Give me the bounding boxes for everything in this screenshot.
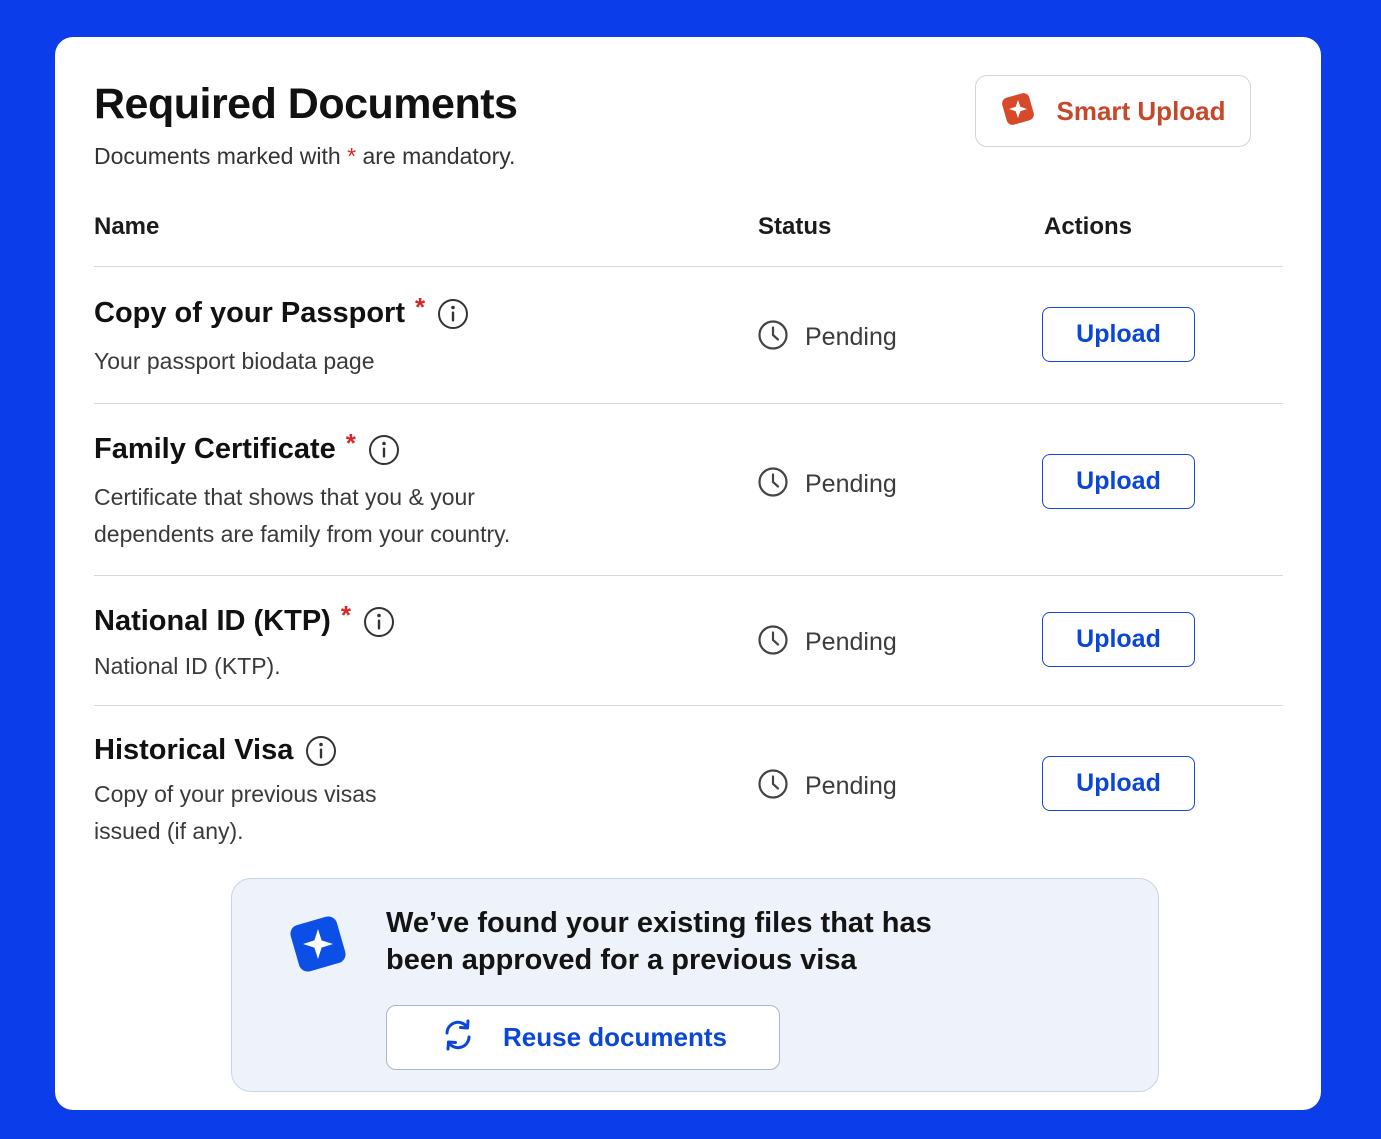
- info-icon[interactable]: [363, 606, 395, 638]
- required-marker: *: [340, 600, 351, 630]
- clock-icon: [757, 624, 789, 661]
- documents-card: Required Documents Documents marked with…: [55, 37, 1321, 1110]
- sparkle-icon: [1000, 91, 1036, 132]
- required-marker: *: [345, 428, 356, 458]
- column-header-actions: Actions: [1044, 213, 1133, 240]
- table-header-divider: [94, 266, 1283, 267]
- required-marker: *: [347, 143, 357, 169]
- smart-upload-button[interactable]: Smart Upload: [975, 75, 1251, 147]
- doc-description-family-certificate: Certificate that shows that you & your d…: [94, 484, 511, 547]
- status-text: Pending: [805, 628, 897, 656]
- doc-name-national-id: National ID (KTP) *: [94, 600, 395, 638]
- doc-description-national-id: National ID (KTP).: [94, 653, 281, 679]
- upload-button-national-id[interactable]: Upload: [1042, 612, 1195, 667]
- smart-upload-label: Smart Upload: [1056, 95, 1226, 126]
- clock-icon: [757, 319, 789, 356]
- doc-description-historical-visa: Copy of your previous visas issued (if a…: [94, 781, 377, 844]
- status-text: Pending: [805, 323, 897, 351]
- page-subtitle: Documents marked with * are mandatory.: [94, 143, 515, 170]
- reuse-documents-label: Reuse documents: [503, 1022, 727, 1052]
- upload-button-passport[interactable]: Upload: [1042, 307, 1195, 362]
- doc-name-historical-visa: Historical Visa: [94, 734, 337, 767]
- subtitle-text-before: Documents marked with: [94, 143, 341, 169]
- page-title: Required Documents: [94, 80, 518, 128]
- refresh-icon: [439, 1016, 477, 1059]
- column-header-status: Status: [758, 213, 832, 240]
- status-text: Pending: [805, 772, 897, 800]
- doc-title: Historical Visa: [94, 734, 294, 766]
- info-icon[interactable]: [437, 298, 469, 330]
- doc-title: Family Certificate: [94, 433, 336, 465]
- required-marker: *: [415, 292, 426, 322]
- info-icon[interactable]: [368, 434, 400, 466]
- row-divider: [94, 575, 1283, 576]
- sparkle-icon: [286, 912, 350, 981]
- clock-icon: [757, 768, 789, 805]
- reuse-documents-button[interactable]: Reuse documents: [386, 1005, 780, 1070]
- doc-name-family-certificate: Family Certificate *: [94, 428, 400, 466]
- clock-icon: [757, 466, 789, 503]
- reuse-documents-banner: We’ve found your existing files that has…: [231, 878, 1159, 1092]
- doc-name-passport: Copy of your Passport *: [94, 292, 469, 330]
- subtitle-text-after: are mandatory.: [362, 143, 516, 169]
- upload-button-historical-visa[interactable]: Upload: [1042, 756, 1195, 811]
- status-national-id: Pending: [757, 624, 897, 661]
- column-header-name: Name: [94, 213, 160, 240]
- status-historical-visa: Pending: [757, 768, 897, 805]
- row-divider: [94, 705, 1283, 706]
- status-family-certificate: Pending: [757, 466, 897, 503]
- info-icon[interactable]: [305, 735, 337, 767]
- status-passport: Pending: [757, 319, 897, 356]
- upload-button-family-certificate[interactable]: Upload: [1042, 454, 1195, 509]
- doc-description-passport: Your passport biodata page: [94, 348, 375, 374]
- doc-title: National ID (KTP): [94, 605, 331, 637]
- doc-title: Copy of your Passport: [94, 297, 405, 329]
- banner-message: We’ve found your existing files that has…: [386, 907, 932, 976]
- row-divider: [94, 403, 1283, 404]
- status-text: Pending: [805, 470, 897, 498]
